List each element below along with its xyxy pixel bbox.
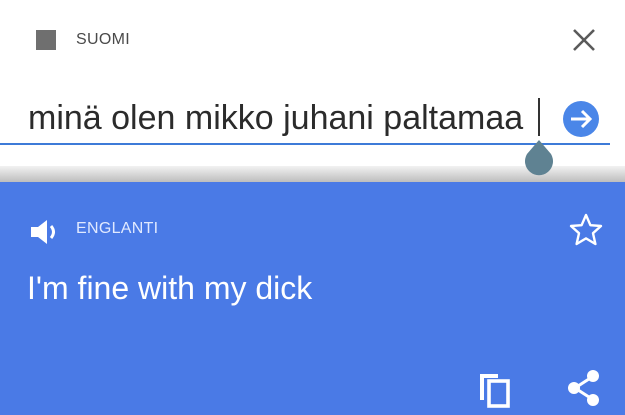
source-language-label: SUOMI [76, 31, 130, 48]
source-text-input[interactable] [28, 94, 548, 142]
input-underline [0, 143, 610, 145]
source-input-row [0, 94, 625, 146]
text-caret [538, 98, 540, 136]
copy-button[interactable] [474, 368, 514, 408]
translate-go-button[interactable] [561, 99, 601, 139]
close-icon [573, 29, 595, 51]
save-translation-button[interactable] [568, 212, 604, 248]
listen-button[interactable] [28, 216, 60, 248]
translation-text: I'm fine with my dick [27, 270, 313, 306]
target-language-label: ENGLANTI [76, 220, 159, 237]
square-icon [36, 30, 56, 50]
speaker-icon [31, 220, 55, 244]
arrow-right-circle-icon [563, 101, 599, 137]
close-button[interactable] [568, 24, 600, 56]
share-icon [568, 370, 599, 406]
star-outline-icon [569, 213, 603, 246]
text-cursor-handle-icon [525, 140, 553, 176]
source-language-selector[interactable]: SUOMI [36, 27, 130, 53]
translation-result-panel: ENGLANTI I'm fine with my dick [0, 182, 625, 415]
share-button[interactable] [564, 368, 604, 408]
copy-icon [480, 374, 510, 408]
text-cursor-handle[interactable] [523, 140, 555, 184]
